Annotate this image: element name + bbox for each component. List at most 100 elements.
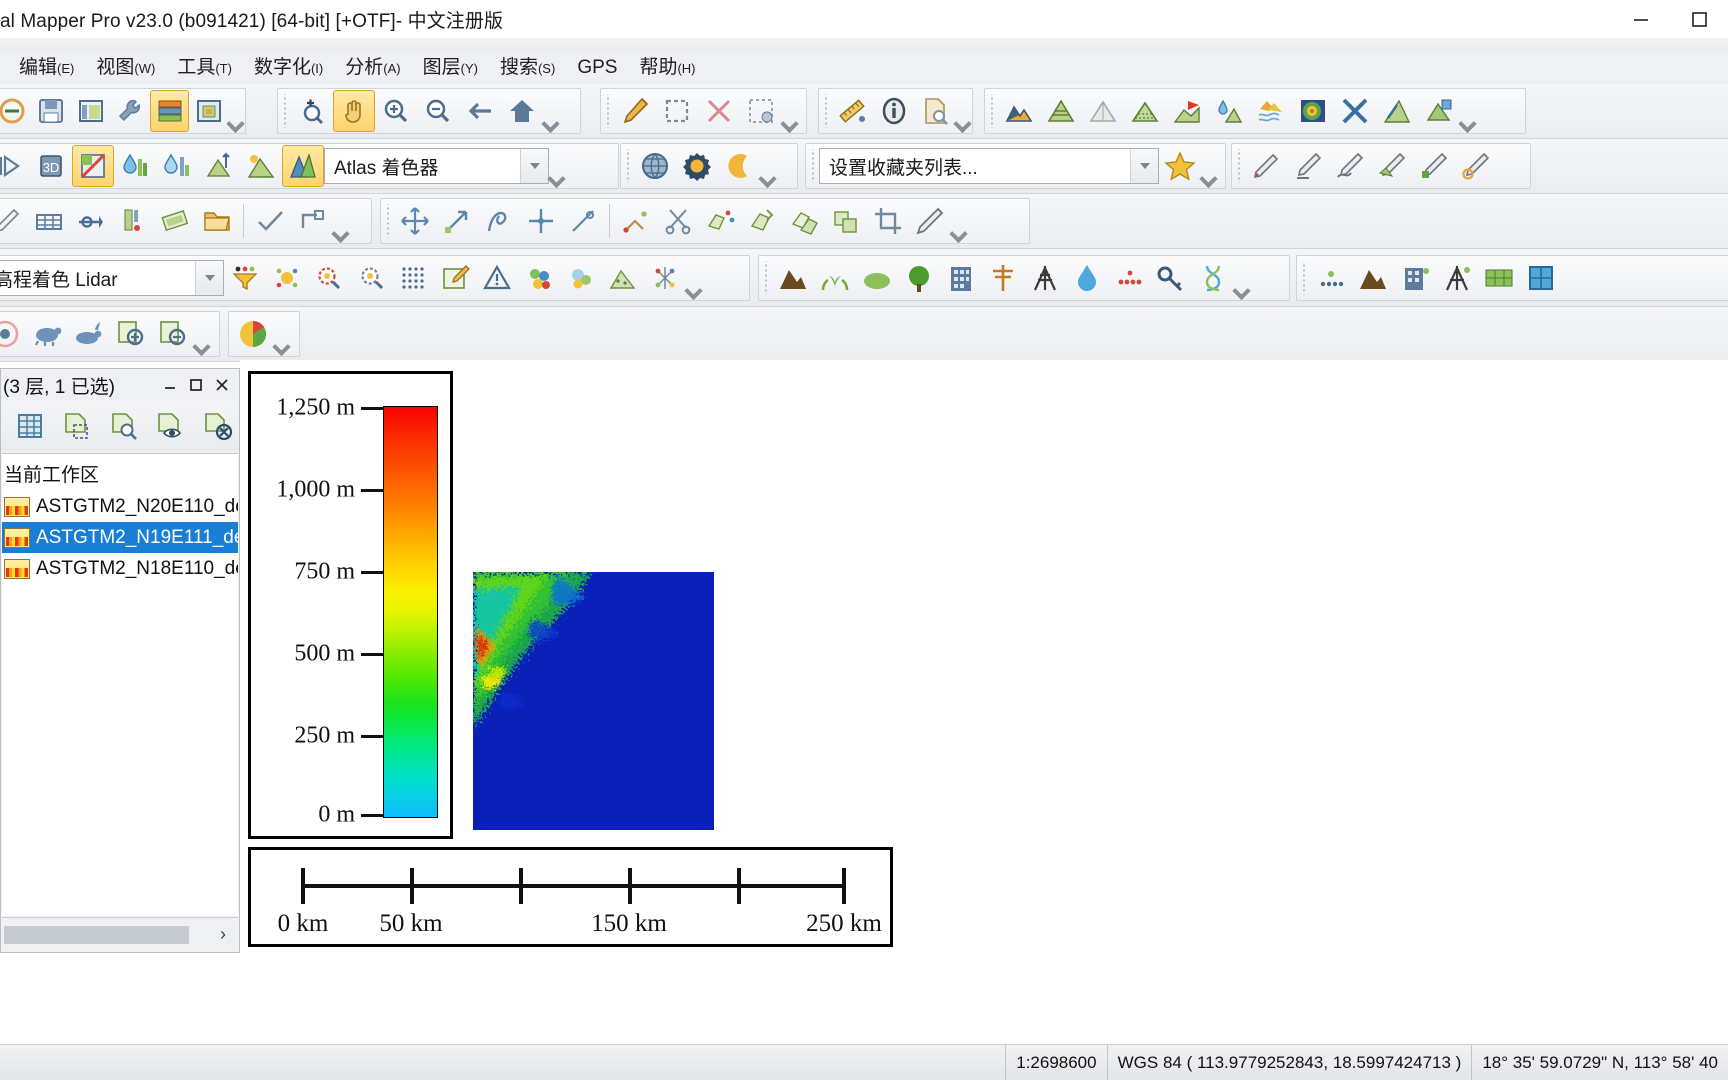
zoom-in-icon[interactable]: [375, 90, 417, 132]
dots2-icon[interactable]: [1310, 257, 1352, 299]
mountain2-icon[interactable]: [1352, 257, 1394, 299]
map-canvas[interactable]: 1,250 m 1,000 m 750 m 500 m 250 m 0 m 0 …: [240, 360, 1728, 1044]
edit-points-icon[interactable]: [434, 257, 476, 299]
3d-view-icon[interactable]: 3D: [30, 145, 72, 187]
scroll-right-icon[interactable]: ›: [208, 920, 238, 950]
menu-item-edit[interactable]: 编辑(E): [8, 53, 85, 84]
scissors-icon[interactable]: [657, 200, 699, 242]
chevron-down-icon[interactable]: [1130, 149, 1158, 183]
volume-icon[interactable]: [1418, 90, 1460, 132]
zoom-select-icon[interactable]: [291, 90, 333, 132]
layer-zoom-icon[interactable]: [103, 405, 144, 447]
box-icon[interactable]: [1520, 257, 1562, 299]
split-view-icon[interactable]: [72, 145, 114, 187]
layer-select-icon[interactable]: [56, 405, 97, 447]
zoom-minus-icon[interactable]: [152, 313, 194, 355]
menu-item-analysis[interactable]: 分析(A): [334, 53, 411, 84]
menu-item-tools[interactable]: 工具(T): [166, 53, 243, 84]
toolbar-overflow-features[interactable]: [1234, 257, 1248, 299]
toolbar-grip[interactable]: [822, 94, 829, 128]
list-item[interactable]: ASTGTM2_N19E111_de: [2, 522, 238, 553]
delete-cross-icon[interactable]: [698, 90, 740, 132]
chevron-down-icon[interactable]: [195, 261, 223, 295]
open-icon[interactable]: [0, 90, 31, 132]
turtle-icon[interactable]: [26, 313, 68, 355]
tree-icon[interactable]: [898, 257, 940, 299]
no-data-icon[interactable]: [1334, 90, 1376, 132]
hillshade-icon[interactable]: [1124, 90, 1166, 132]
playback-icon[interactable]: [0, 145, 30, 187]
pie-chart-icon[interactable]: [232, 313, 274, 355]
point-net-icon[interactable]: [644, 257, 686, 299]
water-level-icon[interactable]: [1250, 90, 1292, 132]
toolbar-overflow-transform[interactable]: [951, 200, 965, 242]
pen-icon[interactable]: [0, 200, 28, 242]
grid-points-icon[interactable]: [392, 257, 434, 299]
star-icon[interactable]: [1159, 145, 1201, 187]
toolbar-overflow-lidar[interactable]: [686, 257, 700, 299]
layer-visible-icon[interactable]: [151, 405, 192, 447]
elevation-shader-combo[interactable]: 高程着色 Lidar: [0, 260, 224, 296]
dup-shape-icon[interactable]: [783, 200, 825, 242]
toolbar-overflow-file[interactable]: [229, 90, 242, 132]
toolbar-grip[interactable]: [281, 94, 288, 128]
scale-icon[interactable]: [436, 200, 478, 242]
minimize-button[interactable]: [1612, 0, 1670, 38]
back-arrow-icon[interactable]: [459, 90, 501, 132]
shader-sun-icon[interactable]: [240, 145, 282, 187]
ruler-icon[interactable]: [832, 90, 873, 132]
overlay-icon[interactable]: [189, 90, 228, 132]
menu-item-help[interactable]: 帮助(H): [628, 53, 706, 84]
toolbar-overflow-pie[interactable]: [274, 313, 288, 355]
select-feature-icon[interactable]: [740, 90, 782, 132]
filter-icon[interactable]: [224, 257, 266, 299]
check-icon[interactable]: [249, 200, 291, 242]
layer-remove-icon[interactable]: [198, 405, 239, 447]
move-node-icon[interactable]: [520, 200, 562, 242]
toolbar-overflow-speed[interactable]: [194, 313, 208, 355]
save-icon[interactable]: [31, 90, 70, 132]
shader-atlas-icon[interactable]: [282, 145, 324, 187]
pencil-curve-icon[interactable]: [1329, 145, 1371, 187]
list-item[interactable]: ASTGTM2_N20E110_de: [2, 491, 238, 522]
pencil-point-icon[interactable]: [1413, 145, 1455, 187]
contour-icon[interactable]: [1040, 90, 1082, 132]
move-icon[interactable]: [394, 200, 436, 242]
cluster2-icon[interactable]: [560, 257, 602, 299]
crop-icon[interactable]: [867, 200, 909, 242]
menu-item-gps[interactable]: GPS: [566, 53, 628, 83]
layers-icon[interactable]: [149, 90, 190, 132]
copy-shape-icon[interactable]: [699, 200, 741, 242]
dots-icon[interactable]: [1108, 257, 1150, 299]
maximize-button[interactable]: [1670, 0, 1728, 38]
peaks-icon[interactable]: [1082, 90, 1124, 132]
toolbar-grip[interactable]: [384, 204, 391, 238]
scrollbar-thumb[interactable]: [4, 925, 189, 944]
toolbar-overflow-view[interactable]: [549, 145, 563, 187]
list-item[interactable]: ASTGTM2_N18E110_de: [2, 553, 238, 584]
watershed-icon[interactable]: [1208, 90, 1250, 132]
lidar-inspect-icon[interactable]: [350, 257, 392, 299]
doc-search-icon[interactable]: [914, 90, 955, 132]
water-layer-icon[interactable]: [114, 145, 156, 187]
menu-item-search[interactable]: 搜索(S): [489, 53, 566, 84]
toolbar-grip[interactable]: [988, 94, 995, 128]
multi-shape-icon[interactable]: [825, 200, 867, 242]
globe-icon[interactable]: [634, 145, 676, 187]
info-icon[interactable]: [873, 90, 914, 132]
panel-horizontal-scrollbar[interactable]: ›: [2, 917, 238, 951]
tower-icon[interactable]: [1024, 257, 1066, 299]
sample-icon[interactable]: [112, 200, 154, 242]
shrub-icon[interactable]: [856, 257, 898, 299]
pencil-icon[interactable]: [614, 90, 656, 132]
map-icon[interactable]: [1478, 257, 1520, 299]
reshape-icon[interactable]: [478, 200, 520, 242]
select-area-icon[interactable]: [656, 90, 698, 132]
panel-close-icon[interactable]: [209, 372, 235, 398]
node-icon[interactable]: [291, 200, 333, 242]
toolbar-overflow-vector[interactable]: [333, 200, 347, 242]
dem-raster-tile[interactable]: [473, 572, 714, 830]
path-icon[interactable]: [70, 200, 112, 242]
split-icon[interactable]: [615, 200, 657, 242]
menu-item-view[interactable]: 视图(W): [85, 53, 166, 84]
